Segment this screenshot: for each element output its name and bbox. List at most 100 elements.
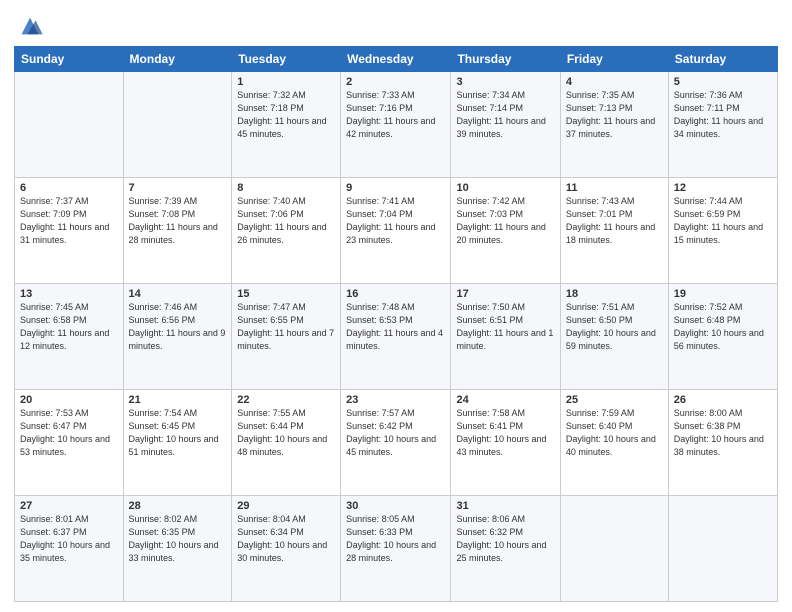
- day-info: Sunrise: 7:59 AM Sunset: 6:40 PM Dayligh…: [566, 407, 663, 459]
- weekday-header-row: SundayMondayTuesdayWednesdayThursdayFrid…: [15, 47, 778, 72]
- day-info: Sunrise: 7:40 AM Sunset: 7:06 PM Dayligh…: [237, 195, 335, 247]
- day-info: Sunrise: 7:42 AM Sunset: 7:03 PM Dayligh…: [456, 195, 554, 247]
- calendar-cell: 9Sunrise: 7:41 AM Sunset: 7:04 PM Daylig…: [341, 178, 451, 284]
- calendar-cell: 13Sunrise: 7:45 AM Sunset: 6:58 PM Dayli…: [15, 284, 124, 390]
- day-number: 3: [456, 76, 554, 88]
- day-number: 23: [346, 394, 445, 406]
- calendar-cell: 31Sunrise: 8:06 AM Sunset: 6:32 PM Dayli…: [451, 496, 560, 602]
- page: SundayMondayTuesdayWednesdayThursdayFrid…: [0, 0, 792, 612]
- day-number: 6: [20, 182, 118, 194]
- day-info: Sunrise: 7:35 AM Sunset: 7:13 PM Dayligh…: [566, 89, 663, 141]
- day-number: 1: [237, 76, 335, 88]
- day-info: Sunrise: 8:01 AM Sunset: 6:37 PM Dayligh…: [20, 513, 118, 565]
- calendar-week-row: 27Sunrise: 8:01 AM Sunset: 6:37 PM Dayli…: [15, 496, 778, 602]
- day-info: Sunrise: 7:36 AM Sunset: 7:11 PM Dayligh…: [674, 89, 772, 141]
- day-info: Sunrise: 7:55 AM Sunset: 6:44 PM Dayligh…: [237, 407, 335, 459]
- day-number: 17: [456, 288, 554, 300]
- weekday-header-cell: Sunday: [15, 47, 124, 72]
- weekday-header-cell: Wednesday: [341, 47, 451, 72]
- day-number: 30: [346, 500, 445, 512]
- day-info: Sunrise: 7:53 AM Sunset: 6:47 PM Dayligh…: [20, 407, 118, 459]
- day-info: Sunrise: 7:45 AM Sunset: 6:58 PM Dayligh…: [20, 301, 118, 353]
- day-number: 20: [20, 394, 118, 406]
- day-number: 7: [129, 182, 227, 194]
- logo-icon: [16, 12, 44, 40]
- calendar-cell: 14Sunrise: 7:46 AM Sunset: 6:56 PM Dayli…: [123, 284, 232, 390]
- day-number: 10: [456, 182, 554, 194]
- day-number: 28: [129, 500, 227, 512]
- calendar-cell: 7Sunrise: 7:39 AM Sunset: 7:08 PM Daylig…: [123, 178, 232, 284]
- calendar-cell: [560, 496, 668, 602]
- calendar-week-row: 13Sunrise: 7:45 AM Sunset: 6:58 PM Dayli…: [15, 284, 778, 390]
- calendar-cell: [15, 72, 124, 178]
- day-info: Sunrise: 7:57 AM Sunset: 6:42 PM Dayligh…: [346, 407, 445, 459]
- calendar-body: 1Sunrise: 7:32 AM Sunset: 7:18 PM Daylig…: [15, 72, 778, 602]
- calendar-cell: 11Sunrise: 7:43 AM Sunset: 7:01 PM Dayli…: [560, 178, 668, 284]
- calendar-cell: 30Sunrise: 8:05 AM Sunset: 6:33 PM Dayli…: [341, 496, 451, 602]
- day-info: Sunrise: 8:04 AM Sunset: 6:34 PM Dayligh…: [237, 513, 335, 565]
- calendar-week-row: 1Sunrise: 7:32 AM Sunset: 7:18 PM Daylig…: [15, 72, 778, 178]
- calendar-cell: 12Sunrise: 7:44 AM Sunset: 6:59 PM Dayli…: [668, 178, 777, 284]
- day-info: Sunrise: 7:32 AM Sunset: 7:18 PM Dayligh…: [237, 89, 335, 141]
- calendar-cell: 1Sunrise: 7:32 AM Sunset: 7:18 PM Daylig…: [232, 72, 341, 178]
- day-number: 21: [129, 394, 227, 406]
- calendar-cell: 6Sunrise: 7:37 AM Sunset: 7:09 PM Daylig…: [15, 178, 124, 284]
- calendar-cell: 2Sunrise: 7:33 AM Sunset: 7:16 PM Daylig…: [341, 72, 451, 178]
- calendar-cell: 28Sunrise: 8:02 AM Sunset: 6:35 PM Dayli…: [123, 496, 232, 602]
- calendar-cell: 5Sunrise: 7:36 AM Sunset: 7:11 PM Daylig…: [668, 72, 777, 178]
- day-number: 13: [20, 288, 118, 300]
- day-number: 25: [566, 394, 663, 406]
- weekday-header-cell: Saturday: [668, 47, 777, 72]
- day-info: Sunrise: 7:43 AM Sunset: 7:01 PM Dayligh…: [566, 195, 663, 247]
- day-number: 4: [566, 76, 663, 88]
- calendar-cell: 27Sunrise: 8:01 AM Sunset: 6:37 PM Dayli…: [15, 496, 124, 602]
- day-number: 19: [674, 288, 772, 300]
- weekday-header-cell: Friday: [560, 47, 668, 72]
- calendar-cell: [123, 72, 232, 178]
- day-info: Sunrise: 7:58 AM Sunset: 6:41 PM Dayligh…: [456, 407, 554, 459]
- calendar-cell: 22Sunrise: 7:55 AM Sunset: 6:44 PM Dayli…: [232, 390, 341, 496]
- day-info: Sunrise: 7:34 AM Sunset: 7:14 PM Dayligh…: [456, 89, 554, 141]
- calendar-cell: 23Sunrise: 7:57 AM Sunset: 6:42 PM Dayli…: [341, 390, 451, 496]
- day-number: 12: [674, 182, 772, 194]
- calendar-cell: [668, 496, 777, 602]
- day-info: Sunrise: 7:47 AM Sunset: 6:55 PM Dayligh…: [237, 301, 335, 353]
- calendar-cell: 8Sunrise: 7:40 AM Sunset: 7:06 PM Daylig…: [232, 178, 341, 284]
- day-number: 15: [237, 288, 335, 300]
- calendar-table: SundayMondayTuesdayWednesdayThursdayFrid…: [14, 46, 778, 602]
- header: [14, 10, 778, 40]
- day-info: Sunrise: 8:02 AM Sunset: 6:35 PM Dayligh…: [129, 513, 227, 565]
- calendar-cell: 10Sunrise: 7:42 AM Sunset: 7:03 PM Dayli…: [451, 178, 560, 284]
- calendar-cell: 3Sunrise: 7:34 AM Sunset: 7:14 PM Daylig…: [451, 72, 560, 178]
- day-info: Sunrise: 7:54 AM Sunset: 6:45 PM Dayligh…: [129, 407, 227, 459]
- weekday-header-cell: Tuesday: [232, 47, 341, 72]
- day-number: 5: [674, 76, 772, 88]
- day-info: Sunrise: 7:37 AM Sunset: 7:09 PM Dayligh…: [20, 195, 118, 247]
- calendar-cell: 18Sunrise: 7:51 AM Sunset: 6:50 PM Dayli…: [560, 284, 668, 390]
- day-number: 27: [20, 500, 118, 512]
- day-number: 16: [346, 288, 445, 300]
- day-info: Sunrise: 7:46 AM Sunset: 6:56 PM Dayligh…: [129, 301, 227, 353]
- day-number: 18: [566, 288, 663, 300]
- calendar-cell: 4Sunrise: 7:35 AM Sunset: 7:13 PM Daylig…: [560, 72, 668, 178]
- calendar-week-row: 6Sunrise: 7:37 AM Sunset: 7:09 PM Daylig…: [15, 178, 778, 284]
- day-info: Sunrise: 8:05 AM Sunset: 6:33 PM Dayligh…: [346, 513, 445, 565]
- calendar-cell: 17Sunrise: 7:50 AM Sunset: 6:51 PM Dayli…: [451, 284, 560, 390]
- calendar-cell: 20Sunrise: 7:53 AM Sunset: 6:47 PM Dayli…: [15, 390, 124, 496]
- day-info: Sunrise: 7:50 AM Sunset: 6:51 PM Dayligh…: [456, 301, 554, 353]
- day-info: Sunrise: 7:44 AM Sunset: 6:59 PM Dayligh…: [674, 195, 772, 247]
- day-info: Sunrise: 7:41 AM Sunset: 7:04 PM Dayligh…: [346, 195, 445, 247]
- day-number: 14: [129, 288, 227, 300]
- day-info: Sunrise: 7:33 AM Sunset: 7:16 PM Dayligh…: [346, 89, 445, 141]
- calendar-cell: 21Sunrise: 7:54 AM Sunset: 6:45 PM Dayli…: [123, 390, 232, 496]
- day-number: 26: [674, 394, 772, 406]
- day-info: Sunrise: 7:39 AM Sunset: 7:08 PM Dayligh…: [129, 195, 227, 247]
- day-number: 22: [237, 394, 335, 406]
- calendar-cell: 26Sunrise: 8:00 AM Sunset: 6:38 PM Dayli…: [668, 390, 777, 496]
- day-number: 31: [456, 500, 554, 512]
- day-info: Sunrise: 7:48 AM Sunset: 6:53 PM Dayligh…: [346, 301, 445, 353]
- day-number: 2: [346, 76, 445, 88]
- day-number: 11: [566, 182, 663, 194]
- day-number: 29: [237, 500, 335, 512]
- day-info: Sunrise: 7:51 AM Sunset: 6:50 PM Dayligh…: [566, 301, 663, 353]
